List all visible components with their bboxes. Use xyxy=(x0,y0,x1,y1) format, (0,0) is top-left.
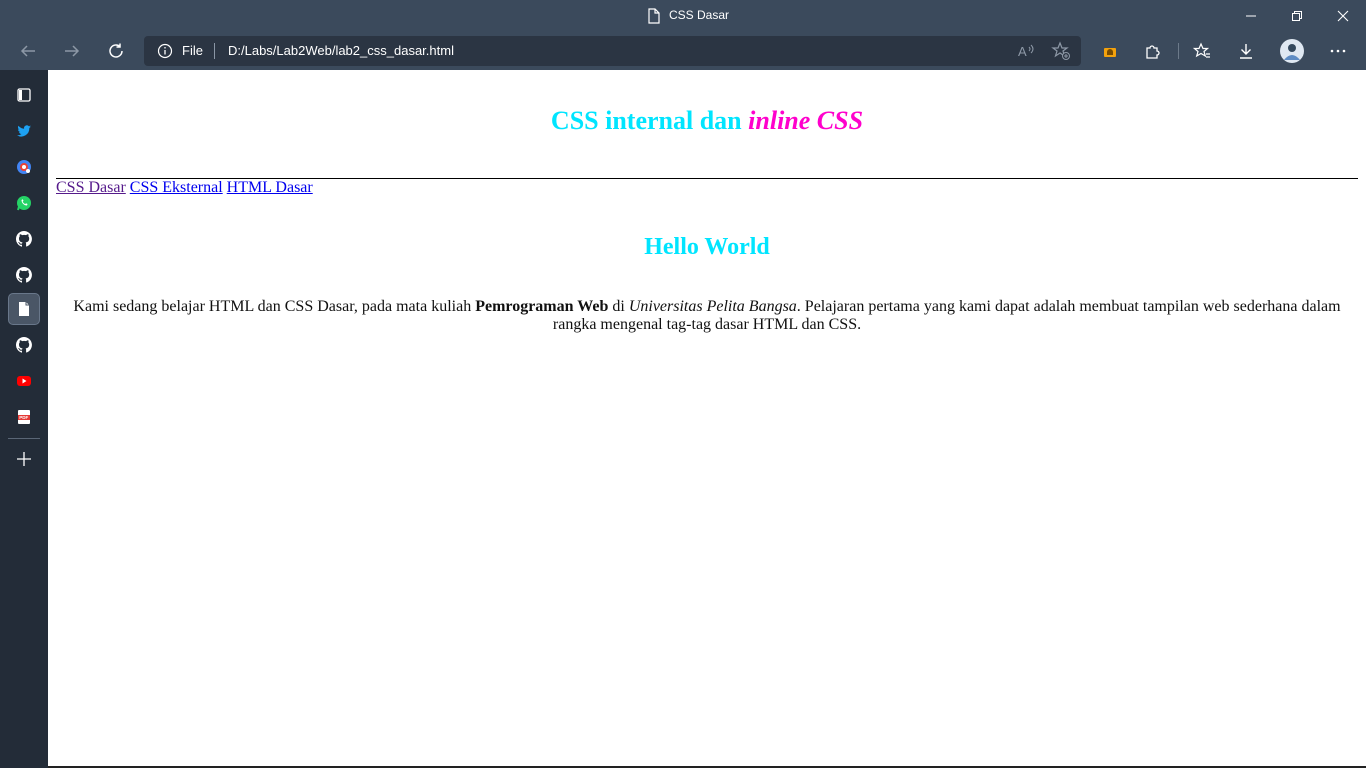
course-name: Pemrograman Web xyxy=(475,298,609,315)
youtube-icon[interactable] xyxy=(8,365,40,397)
nav-links: CSS Dasar CSS Eksternal HTML Dasar xyxy=(56,179,313,197)
restore-button[interactable] xyxy=(1274,0,1320,32)
university-name: Universitas Pelita Bangsa xyxy=(628,298,797,315)
title-bar: CSS Dasar xyxy=(0,0,1366,32)
address-bar[interactable]: File D:/Labs/Lab2Web/lab2_css_dasar.html… xyxy=(144,36,1081,66)
document-icon[interactable] xyxy=(8,293,40,325)
web-page-content: CSS internal dan inline CSS CSS Dasar CS… xyxy=(48,70,1366,768)
extensions-icon[interactable] xyxy=(1137,35,1169,67)
google-lens-icon[interactable] xyxy=(8,151,40,183)
link-html-dasar[interactable]: HTML Dasar xyxy=(227,179,313,196)
page-document-icon xyxy=(647,8,661,29)
sidebar: PDF xyxy=(0,70,48,768)
svg-text:A: A xyxy=(1018,44,1027,59)
heading-text: CSS internal dan xyxy=(550,106,749,135)
paragraph-text-1: Kami sedang belajar HTML dan CSS Dasar, … xyxy=(73,298,476,315)
back-icon[interactable] xyxy=(12,35,44,67)
sidebar-divider xyxy=(8,438,40,439)
downloads-icon[interactable] xyxy=(1230,35,1262,67)
hello-heading: Hello World xyxy=(644,234,770,260)
window-title: CSS Dasar xyxy=(669,8,730,22)
more-icon[interactable] xyxy=(1322,35,1354,67)
forward-icon[interactable] xyxy=(56,35,88,67)
github-icon[interactable] xyxy=(8,259,40,291)
close-button[interactable] xyxy=(1320,0,1366,32)
minimize-button[interactable] xyxy=(1228,0,1274,32)
favorites-icon[interactable] xyxy=(1186,35,1218,67)
extension-app-icon[interactable] xyxy=(1094,35,1126,67)
github-icon[interactable] xyxy=(8,223,40,255)
add-favorite-icon[interactable] xyxy=(1051,41,1071,66)
read-aloud-icon[interactable]: A xyxy=(1016,41,1036,66)
info-icon[interactable] xyxy=(157,43,173,64)
link-css-dasar[interactable]: CSS Dasar xyxy=(56,179,126,196)
heading-inline-text: inline CSS xyxy=(748,106,864,135)
file-scheme-label[interactable]: File xyxy=(182,43,203,58)
refresh-icon[interactable] xyxy=(100,35,132,67)
toolbar-divider xyxy=(1178,43,1179,59)
tab-actions-icon[interactable] xyxy=(8,79,40,111)
link-css-eksternal[interactable]: CSS Eksternal xyxy=(130,179,223,196)
url-text[interactable]: D:/Labs/Lab2Web/lab2_css_dasar.html xyxy=(228,43,454,58)
twitter-icon[interactable] xyxy=(8,115,40,147)
github-icon[interactable] xyxy=(8,329,40,361)
browser-toolbar: File D:/Labs/Lab2Web/lab2_css_dasar.html… xyxy=(0,32,1366,70)
profile-avatar[interactable] xyxy=(1276,35,1308,67)
add-icon[interactable] xyxy=(8,443,40,475)
intro-paragraph: Kami sedang belajar HTML dan CSS Dasar, … xyxy=(68,298,1346,334)
page-heading: CSS internal dan inline CSS xyxy=(48,106,1366,136)
svg-text:PDF: PDF xyxy=(19,415,28,420)
address-separator xyxy=(214,43,215,59)
pdf-icon[interactable]: PDF xyxy=(8,401,40,433)
paragraph-text-2: di xyxy=(608,298,629,315)
whatsapp-icon[interactable] xyxy=(8,187,40,219)
